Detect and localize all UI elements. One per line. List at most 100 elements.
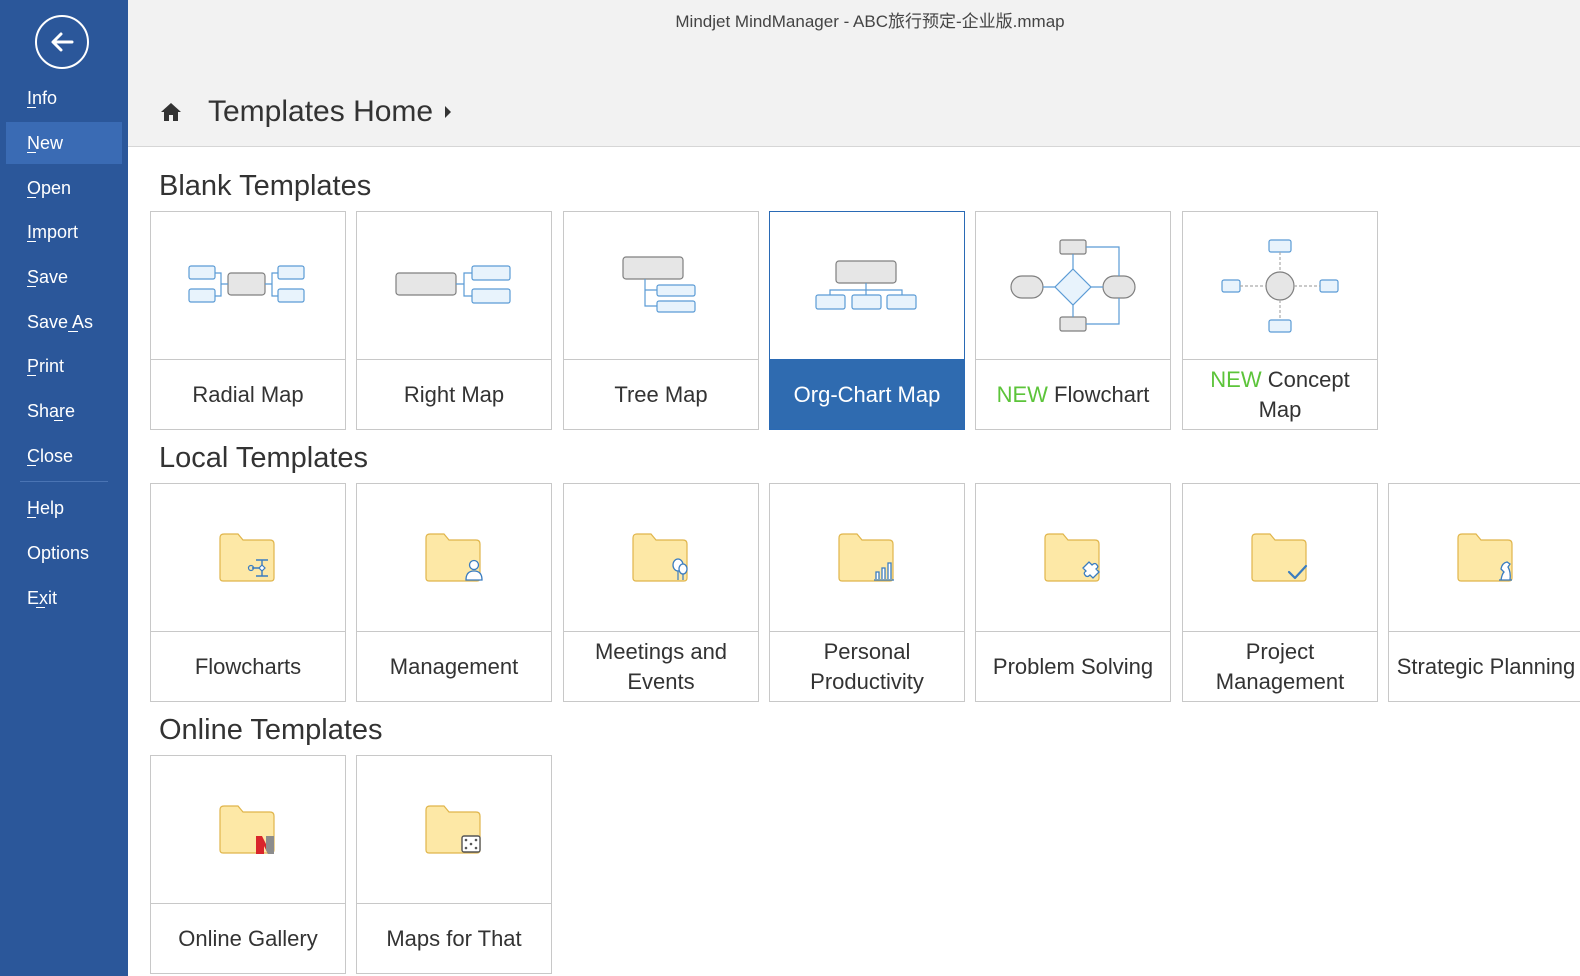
section-title-blank: Blank Templates [159,170,372,202]
tile-maps-for-that[interactable]: Maps for That [356,755,552,974]
tile-tree-map[interactable]: Tree Map [563,211,759,430]
management-folder-icon [425,532,483,582]
tile-personal-productivity[interactable]: Personal Productivity [769,483,965,702]
tile-label: Right Map [403,381,505,407]
tile-label: Maps for That [386,925,522,951]
nav-new[interactable]: New [6,122,122,164]
nav-save-label: Save [27,266,69,287]
window-title: Mindjet MindManager - ABC旅行预定-企业版.mmap [675,12,1065,31]
header: Mindjet MindManager - ABC旅行预定-企业版.mmap T… [128,0,1580,147]
meetings-folder-icon [632,532,688,582]
back-button[interactable] [35,15,89,69]
tile-label-text-line2: Map [1258,396,1302,422]
tile-thumb [357,484,551,632]
tile-flowchart[interactable]: NEW Flowchart [975,211,1171,430]
tile-thumb [1389,484,1580,632]
tile-label: Strategic Planning [1396,653,1576,679]
section-title-online: Online Templates [159,714,383,746]
flowchart-icon [1010,238,1136,332]
tile-management[interactable]: Management [356,483,552,702]
nav-help[interactable]: Help [6,487,122,529]
tile-label: Flowcharts [194,653,302,679]
tile-meetings-and-events[interactable]: Meetings and Events [563,483,759,702]
strategic-planning-folder-icon [1457,532,1513,582]
tile-right-map[interactable]: Right Map [356,211,552,430]
tile-project-management[interactable]: Project Management [1182,483,1378,702]
nav-divider [20,481,108,482]
problem-solving-folder-icon [1044,532,1100,582]
nav-share[interactable]: Share [6,390,122,432]
nav-save[interactable]: Save [6,256,122,298]
tile-org-chart-map[interactable]: Org-Chart Map [769,211,965,430]
tile-thumb [151,212,345,360]
online-gallery-folder-icon [219,804,275,854]
home-icon[interactable] [160,101,182,123]
breadcrumb: Templates Home [160,92,452,132]
tile-label: Tree Map [614,381,708,407]
nav-options-label: Options [27,542,90,563]
tile-label: NEW Concept Map [1183,360,1377,429]
tile-flowcharts[interactable]: Flowcharts [150,483,346,702]
nav-open[interactable]: Open [6,167,122,209]
nav-info[interactable]: Info [6,77,122,119]
nav-import[interactable]: Import [6,211,122,253]
tile-label: Project Management [1215,638,1345,694]
nav-save-as-label: Save As [27,311,94,332]
new-tag: NEW [996,381,1048,407]
org-chart-map-icon [815,259,917,310]
section-title-local: Local Templates [159,442,369,474]
tile-thumb [976,212,1170,360]
new-tag: NEW [1210,366,1262,392]
nav-print-label: Print [27,355,65,376]
tile-label-text: Flowchart [1054,381,1150,407]
nav-close[interactable]: Close [6,435,122,477]
tile-concept-map[interactable]: NEW Concept Map [1182,211,1378,430]
nav-info-label: Info [27,87,58,108]
nav-exit-label: Exit [27,587,58,608]
tile-label-text: Concept [1267,366,1350,392]
tile-strategic-planning[interactable]: Strategic Planning [1388,483,1580,702]
tile-label: Org-Chart Map [770,360,964,429]
tile-label: Online Gallery [178,925,318,951]
nav-share-label: Share [27,400,76,421]
right-map-icon [395,264,511,304]
nav-help-label: Help [27,497,65,518]
tile-label: Personal Productivity [810,638,924,694]
tile-problem-solving[interactable]: Problem Solving [975,483,1171,702]
tile-online-gallery[interactable]: Online Gallery [150,755,346,974]
radial-map-icon [188,264,305,303]
nav-options[interactable]: Options [6,532,122,574]
breadcrumb-templates-home[interactable]: Templates Home [208,95,433,129]
back-arrow-icon [51,32,74,52]
flowcharts-folder-icon [219,532,275,582]
tile-label: Problem Solving [992,653,1154,679]
productivity-folder-icon [838,532,894,582]
tile-thumb [770,484,964,632]
tile-thumb [151,484,345,632]
tile-thumb [357,756,551,904]
nav-import-label: Import [27,221,79,242]
tile-radial-map[interactable]: Radial Map [150,211,346,430]
tile-thumb [151,756,345,904]
tile-label: Meetings and Events [594,638,728,694]
nav-save-as[interactable]: Save As [6,301,122,343]
tile-thumb [770,212,964,360]
tile-thumb [357,212,551,360]
nav-print[interactable]: Print [6,345,122,387]
maps-for-that-folder-icon [425,804,481,854]
backstage-sidebar: Info New Open Import Save Save As Print … [0,0,128,976]
tile-thumb [976,484,1170,632]
tile-label: NEW Flowchart [976,360,1170,429]
tile-thumb [564,484,758,632]
breadcrumb-caret-icon[interactable] [445,106,452,118]
nav-close-label: Close [27,445,74,466]
nav-new-label: New [27,132,64,153]
tile-thumb [564,212,758,360]
nav-open-label: Open [27,177,72,198]
tile-label: Management [389,653,519,679]
concept-map-icon [1221,238,1339,333]
nav-exit[interactable]: Exit [6,577,122,619]
tile-thumb [1183,484,1377,632]
tile-thumb [1183,212,1377,360]
tile-label: Radial Map [192,381,304,407]
